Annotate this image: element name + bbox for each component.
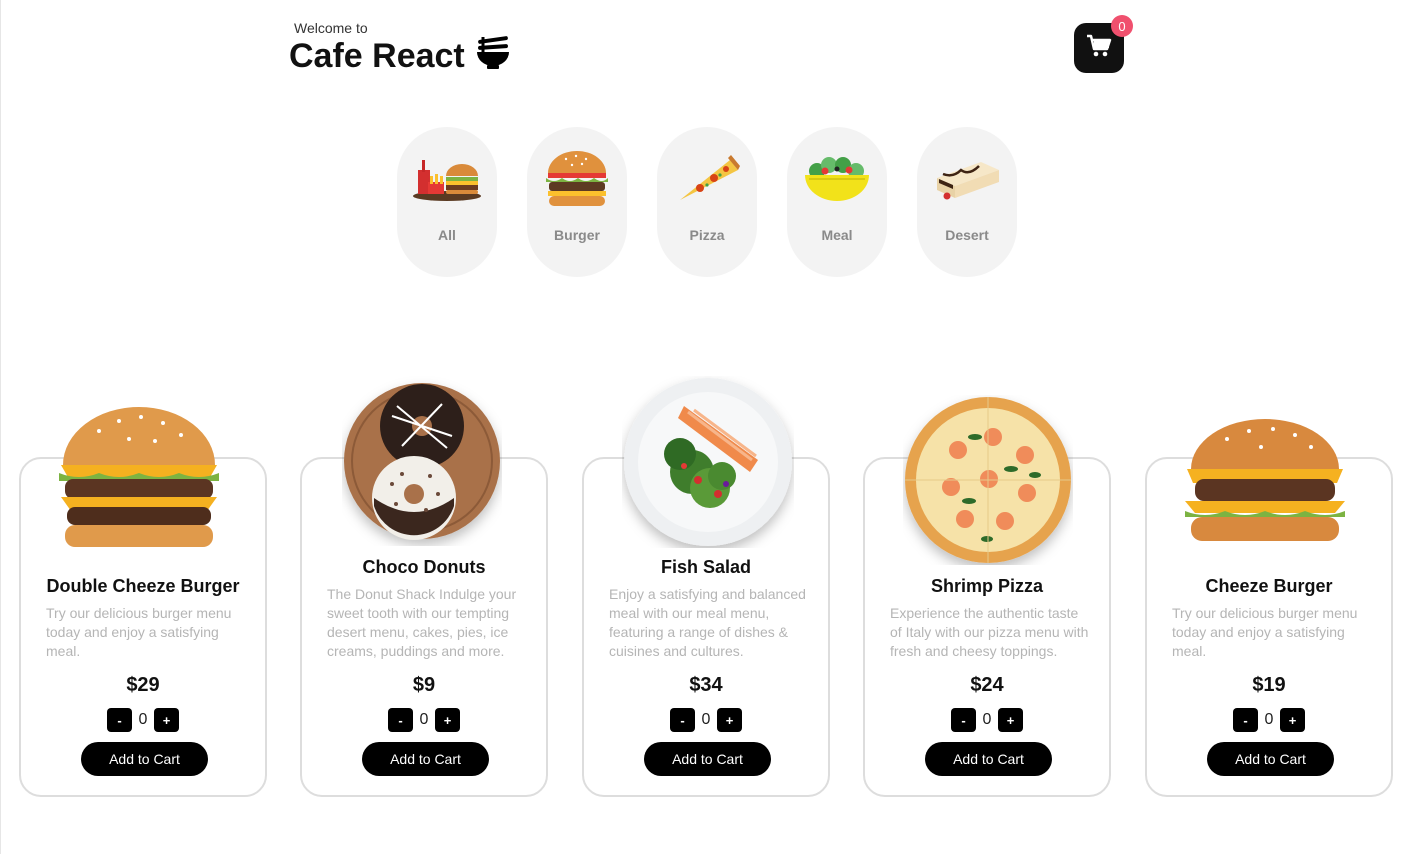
product-title: Double Cheeze Burger bbox=[46, 576, 240, 596]
brand-name: Cafe React bbox=[289, 37, 465, 75]
cart-count-badge: 0 bbox=[1111, 15, 1133, 37]
increase-qty-button[interactable]: + bbox=[717, 708, 742, 732]
add-to-cart-button[interactable]: Add to Cart bbox=[925, 742, 1052, 776]
product-description: Experience the authentic taste of Italy … bbox=[890, 605, 1089, 659]
quantity-value: 0 bbox=[701, 711, 711, 728]
category-filter: All Burger Pizza Meal Desert bbox=[397, 127, 1017, 277]
category-label: Pizza bbox=[689, 227, 725, 243]
product-title: Choco Donuts bbox=[362, 557, 486, 577]
product-card: Shrimp Pizza Experience the authentic ta… bbox=[863, 397, 1111, 797]
quantity-value: 0 bbox=[138, 711, 148, 728]
quantity-value: 0 bbox=[982, 711, 992, 728]
burger-icon bbox=[542, 149, 612, 209]
salad-bowl-icon bbox=[802, 149, 872, 209]
combo-meal-icon bbox=[412, 149, 482, 209]
decrease-qty-button[interactable]: - bbox=[670, 708, 695, 732]
product-title: Cheeze Burger bbox=[1205, 576, 1333, 596]
quantity-value: 0 bbox=[419, 711, 429, 728]
category-pizza[interactable]: Pizza bbox=[657, 127, 757, 277]
add-to-cart-button[interactable]: Add to Cart bbox=[644, 742, 771, 776]
quantity-stepper: - 0 + bbox=[584, 708, 828, 732]
category-label: Desert bbox=[945, 227, 989, 243]
category-label: Meal bbox=[821, 227, 853, 243]
product-price: $29 bbox=[126, 674, 160, 696]
product-description: Try our delicious burger menu today and … bbox=[1172, 605, 1358, 659]
decrease-qty-button[interactable]: - bbox=[107, 708, 132, 732]
cart-icon bbox=[1086, 34, 1112, 63]
quantity-value: 0 bbox=[1264, 711, 1274, 728]
donuts-image bbox=[342, 376, 502, 551]
product-description: Try our delicious burger menu today and … bbox=[46, 605, 232, 659]
product-card: Cheeze Burger Try our delicious burger m… bbox=[1145, 419, 1393, 797]
app-header: Welcome to Cafe React bbox=[289, 20, 511, 79]
cake-slice-icon bbox=[932, 149, 1002, 209]
pizza-slice-icon bbox=[672, 149, 742, 209]
product-price: $19 bbox=[1252, 674, 1286, 696]
burger-image bbox=[59, 403, 219, 558]
category-desert[interactable]: Desert bbox=[917, 127, 1017, 277]
product-description: Enjoy a satisfying and balanced meal wit… bbox=[609, 586, 806, 659]
increase-qty-button[interactable]: + bbox=[1280, 708, 1305, 732]
category-label: All bbox=[438, 227, 456, 243]
burger-image bbox=[1185, 417, 1345, 552]
decrease-qty-button[interactable]: - bbox=[1233, 708, 1258, 732]
quantity-stepper: - 0 + bbox=[1147, 708, 1391, 732]
increase-qty-button[interactable]: + bbox=[154, 708, 179, 732]
product-card: Choco Donuts The Donut Shack Indulge you… bbox=[300, 383, 548, 797]
category-label: Burger bbox=[554, 227, 600, 243]
decrease-qty-button[interactable]: - bbox=[951, 708, 976, 732]
fish-salad-image bbox=[622, 376, 794, 553]
product-card: Fish Salad Enjoy a satisfying and balanc… bbox=[582, 378, 830, 797]
add-to-cart-button[interactable]: Add to Cart bbox=[1207, 742, 1334, 776]
quantity-stepper: - 0 + bbox=[21, 708, 265, 732]
quantity-stepper: - 0 + bbox=[302, 708, 546, 732]
product-card: Double Cheeze Burger Try our delicious b… bbox=[19, 407, 267, 797]
product-description: The Donut Shack Indulge your sweet tooth… bbox=[327, 586, 517, 659]
category-burger[interactable]: Burger bbox=[527, 127, 627, 277]
category-all[interactable]: All bbox=[397, 127, 497, 277]
add-to-cart-button[interactable]: Add to Cart bbox=[81, 742, 208, 776]
add-to-cart-button[interactable]: Add to Cart bbox=[362, 742, 489, 776]
brand-title: Cafe React bbox=[289, 34, 511, 79]
category-meal[interactable]: Meal bbox=[787, 127, 887, 277]
product-price: $24 bbox=[970, 674, 1004, 696]
product-title: Shrimp Pizza bbox=[930, 576, 1044, 596]
product-price: $34 bbox=[689, 674, 723, 696]
product-title: Fish Salad bbox=[660, 557, 752, 577]
increase-qty-button[interactable]: + bbox=[998, 708, 1023, 732]
pizza-image bbox=[903, 395, 1073, 570]
increase-qty-button[interactable]: + bbox=[435, 708, 460, 732]
decrease-qty-button[interactable]: - bbox=[388, 708, 413, 732]
quantity-stepper: - 0 + bbox=[865, 708, 1109, 732]
product-price: $9 bbox=[412, 674, 436, 696]
noodle-bowl-icon bbox=[475, 34, 511, 79]
